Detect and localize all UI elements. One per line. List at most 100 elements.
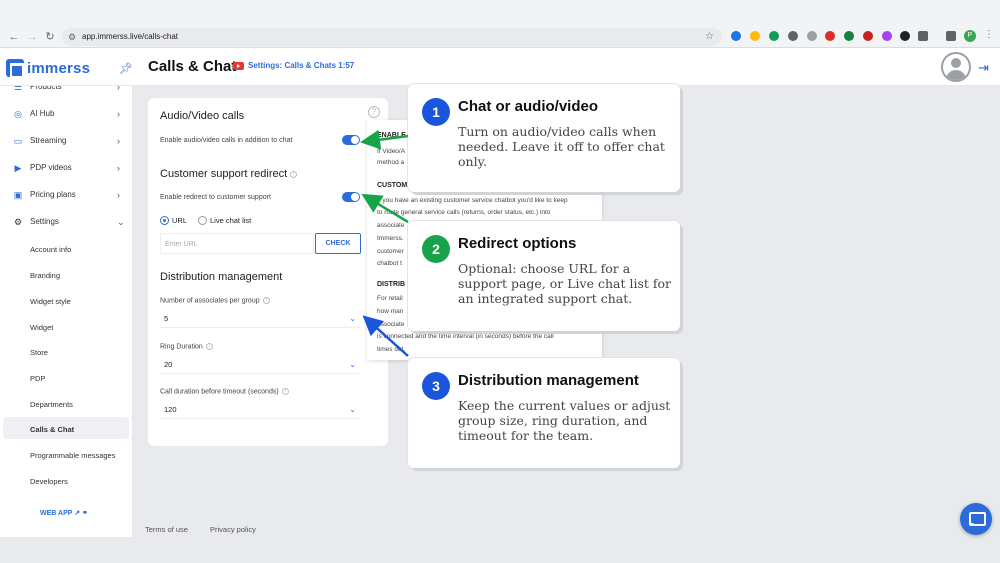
bottom-strip (0, 537, 1000, 563)
back-icon[interactable]: ← (6, 30, 22, 44)
sidebar-sub-widget-style[interactable]: Widget style (30, 297, 71, 306)
extension-icon[interactable] (750, 31, 760, 41)
user-avatar[interactable] (941, 52, 971, 82)
check-button[interactable]: CHECK (315, 233, 361, 254)
sidebar-item-pdp-videos[interactable]: ▶ PDP videos › (0, 157, 132, 179)
assoc-select[interactable]: 5 ⌄ (160, 310, 360, 328)
calls-chat-settings-card: Audio/Video calls ? Enable audio/video c… (148, 98, 388, 446)
bookmark-star-icon[interactable]: ☆ (705, 28, 714, 46)
sidebar-item-products[interactable]: ☰ Products › (0, 86, 132, 98)
sidebar-item-label: Pricing plans (30, 190, 76, 199)
sidebar-item-pricing-plans[interactable]: ▣ Pricing plans › (0, 184, 132, 206)
youtube-icon (233, 61, 244, 70)
extension-icon[interactable] (807, 31, 817, 41)
sidebar-item-settings[interactable]: ⚙ Settings ⌄ (0, 211, 132, 233)
chevron-right-icon: › (117, 136, 120, 146)
radio-url[interactable]: URL (160, 216, 187, 225)
ring-select[interactable]: 20 ⌄ (160, 356, 360, 374)
logo-text: immerss (27, 59, 91, 77)
sidebar: ☰ Products › ◎ AI Hub › ▭ Streaming › ▶ … (0, 86, 133, 537)
tutorial-video-link[interactable]: Settings: Calls & Chats 1:57 (233, 61, 354, 70)
av-calls-toggle[interactable] (342, 135, 360, 145)
extension-icon[interactable] (769, 31, 779, 41)
logo[interactable]: immerss (6, 58, 90, 78)
sidebar-sub-programmable-messages[interactable]: Programmable messages (30, 451, 115, 460)
extension-icon[interactable] (788, 31, 798, 41)
ai-icon: ◎ (14, 109, 22, 119)
callout-title: Distribution management (458, 372, 639, 389)
profile-avatar[interactable]: P (964, 30, 976, 42)
sidebar-sub-widget[interactable]: Widget (30, 323, 53, 332)
ring-label: Ring Duration i (160, 343, 213, 350)
extension-icon[interactable] (882, 31, 892, 41)
callout-number-badge: 1 (422, 98, 450, 126)
privacy-link[interactable]: Privacy policy (210, 525, 256, 534)
callout-body: Turn on audio/video calls when needed. L… (458, 124, 665, 169)
extension-icon[interactable] (825, 31, 835, 41)
url-text: app.immerss.live/calls-chat (82, 32, 179, 41)
callout-number-badge: 2 (422, 235, 450, 263)
tutorial-video-label: Settings: Calls & Chats 1:57 (248, 61, 355, 70)
reload-icon[interactable]: ↻ (42, 30, 58, 44)
sidebar-item-label: Settings (30, 217, 59, 226)
chevron-down-icon: ⌄ (349, 360, 356, 369)
help-custom-text: If you have an existing customer service… (377, 197, 568, 204)
callout-3: 3 Distribution management Keep the curre… (408, 358, 680, 468)
assoc-label: Number of associates per group i (160, 297, 270, 304)
timeout-label: Call duration before timeout (seconds) i (160, 388, 289, 395)
chevron-right-icon: › (117, 86, 120, 92)
sidebar-sub-account-info[interactable]: Account info (30, 245, 71, 254)
redirect-toggle-label: Enable redirect to customer support (160, 194, 271, 201)
callout-number-badge: 3 (422, 372, 450, 400)
sidebar-item-label: PDP videos (30, 163, 72, 172)
extension-icon[interactable] (844, 31, 854, 41)
info-icon[interactable]: i (205, 343, 213, 350)
extension-icon[interactable] (900, 31, 910, 41)
terms-link[interactable]: Terms of use (145, 525, 188, 534)
site-info-icon[interactable]: ⚙ (68, 28, 76, 46)
chat-button[interactable] (960, 503, 992, 535)
logo-mark-icon (6, 59, 24, 78)
chevron-right-icon: › (117, 163, 120, 173)
callout-title: Chat or audio/video (458, 98, 599, 115)
extension-icon[interactable] (863, 31, 873, 41)
browser-menu-icon[interactable]: ⋮ (984, 29, 994, 40)
sidebar-sub-developers[interactable]: Developers (30, 477, 68, 486)
sidebar-sub-pdp[interactable]: PDP (30, 374, 45, 383)
sidebar-sub-departments[interactable]: Departments (30, 400, 73, 409)
help-icon[interactable]: ? (368, 106, 380, 118)
forward-icon[interactable]: → (24, 30, 40, 44)
chevron-right-icon: › (117, 190, 120, 200)
timeout-select[interactable]: 120 ⌄ (160, 401, 360, 419)
info-icon[interactable]: i (290, 170, 298, 178)
redirect-toggle[interactable] (342, 192, 360, 202)
sidebar-sub-calls-chat[interactable]: Calls & Chat (30, 425, 74, 434)
help-dist-text: times out. (377, 346, 406, 353)
sidebar-sub-store[interactable]: Store (30, 348, 48, 357)
extensions-puzzle-icon[interactable] (918, 31, 928, 41)
redirect-title-text: Customer support redirect (160, 168, 288, 180)
callout-2: 2 Redirect options Optional: choose URL … (408, 221, 680, 331)
info-icon[interactable]: i (281, 388, 289, 395)
callout-title: Redirect options (458, 235, 577, 252)
extension-icon[interactable] (731, 31, 741, 41)
help-custom-text: to route general service calls (returns,… (377, 209, 551, 216)
card-icon: ▣ (13, 190, 23, 200)
radio-live-label: Live chat list (210, 216, 252, 225)
sidebar-item-label: Streaming (30, 136, 67, 145)
radio-live-chat[interactable]: Live chat list (198, 216, 251, 225)
sidebar-sub-branding[interactable]: Branding (30, 271, 60, 280)
pin-icon[interactable]: 📌︎ (119, 62, 133, 75)
help-dist-heading: DISTRIB (377, 281, 405, 288)
sidebar-item-label: Products (30, 86, 62, 91)
url-input[interactable]: Enter URL (160, 233, 314, 254)
radio-url-label: URL (172, 216, 188, 225)
info-icon[interactable]: i (262, 297, 270, 304)
address-bar[interactable]: ⚙ app.immerss.live/calls-chat ☆ (62, 28, 722, 46)
reading-list-icon[interactable] (946, 31, 956, 41)
sidebar-item-ai-hub[interactable]: ◎ AI Hub › (0, 103, 132, 125)
callout-body: Optional: choose URL for a support page,… (458, 261, 672, 306)
sidebar-item-streaming[interactable]: ▭ Streaming › (0, 130, 132, 152)
logout-icon[interactable]: ⇥ (978, 60, 989, 76)
web-app-link[interactable]: WEB APP ↗ ⚭ (40, 509, 88, 517)
